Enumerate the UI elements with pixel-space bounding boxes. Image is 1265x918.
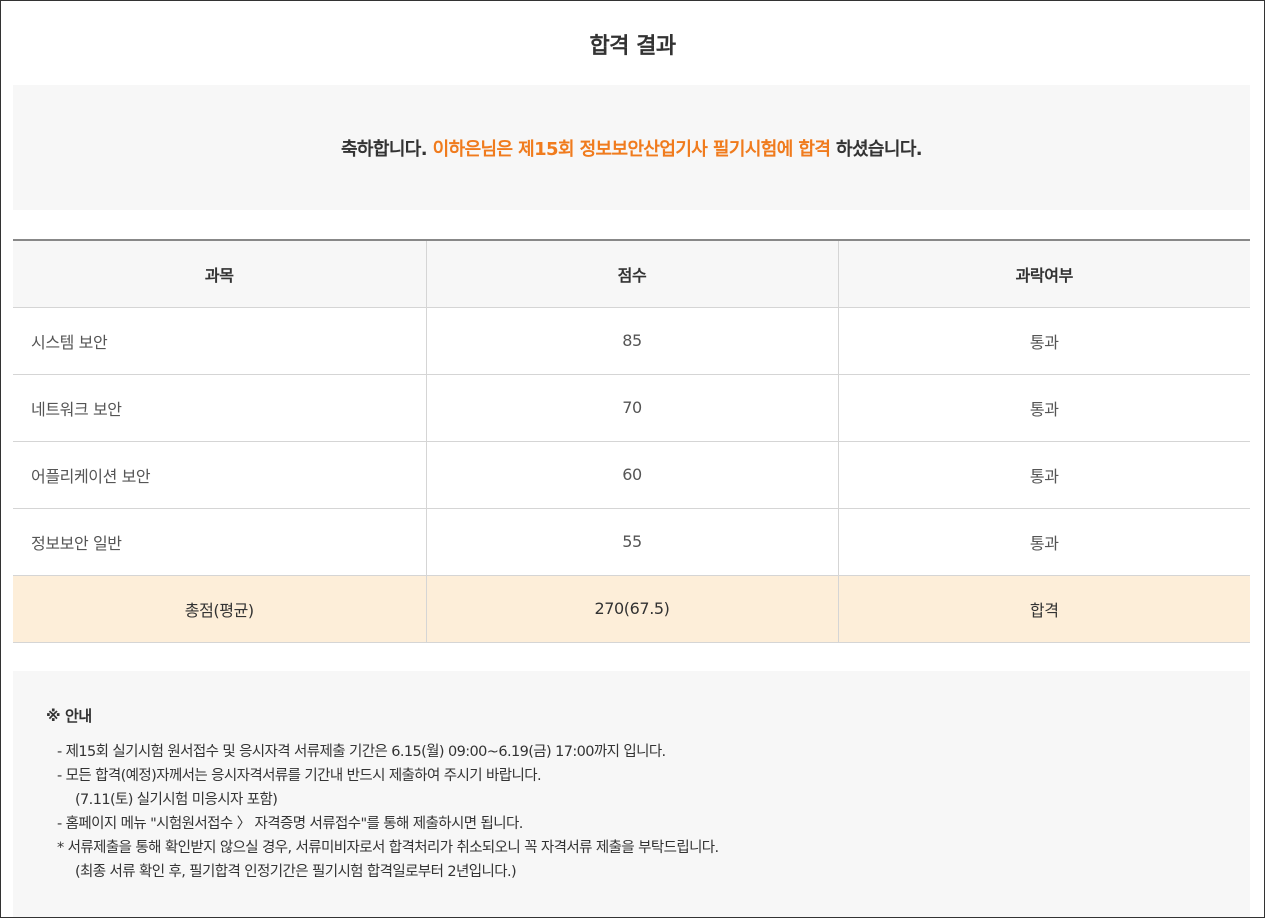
notice-title: ※ 안내 <box>46 707 92 725</box>
results-table: 과목 점수 과락여부 시스템 보안 85 통과 네트워크 보안 70 통과 어플… <box>13 239 1250 643</box>
status-cell: 통과 <box>837 374 1250 442</box>
score-cell: 70 <box>425 374 838 442</box>
table-row: 네트워크 보안 70 통과 <box>13 374 1250 442</box>
total-label: 총점(평균) <box>13 575 426 643</box>
score-cell: 55 <box>425 508 838 576</box>
subject-cell: 어플리케이션 보안 <box>13 441 426 509</box>
page-frame: 합격 결과 축하합니다. 이하은님은 제15회 정보보안산업기사 필기시험에 합… <box>0 0 1265 918</box>
congratulation-prefix: 축하합니다. <box>340 138 433 160</box>
congratulation-message: 축하합니다. 이하은님은 제15회 정보보안산업기사 필기시험에 합격 하셨습니… <box>340 135 923 161</box>
total-score: 270(67.5) <box>425 575 838 643</box>
status-cell: 통과 <box>837 441 1250 509</box>
notice-line: - 모든 합격(예정)자께서는 응시자격서류를 기간내 반드시 제출하여 주시기… <box>57 768 542 784</box>
status-cell: 통과 <box>837 508 1250 576</box>
score-cell: 85 <box>425 307 838 375</box>
total-row: 총점(평균) 270(67.5) 합격 <box>13 575 1250 643</box>
notice-line: (최종 서류 확인 후, 필기합격 인정기간은 필기시험 합격일로부터 2년입니… <box>75 864 517 880</box>
status-cell: 통과 <box>837 307 1250 375</box>
congratulation-suffix: 하셨습니다. <box>830 138 923 160</box>
notice-line: * 서류제출을 통해 확인받지 않으실 경우, 서류미비자로서 합격처리가 취소… <box>57 840 719 856</box>
notice-line: (7.11(토) 실기시험 미응시자 포함) <box>75 792 278 808</box>
congratulation-banner: 축하합니다. 이하은님은 제15회 정보보안산업기사 필기시험에 합격 하셨습니… <box>13 85 1250 210</box>
notice-line: - 제15회 실기시험 원서접수 및 응시자격 서류제출 기간은 6.15(월)… <box>57 744 666 760</box>
page-title: 합격 결과 <box>589 34 676 59</box>
header-fail-status: 과락여부 <box>837 240 1250 308</box>
subject-cell: 네트워크 보안 <box>13 374 426 442</box>
table-header-row: 과목 점수 과락여부 <box>13 240 1250 308</box>
notice-panel: ※ 안내 - 제15회 실기시험 원서접수 및 응시자격 서류제출 기간은 6.… <box>13 671 1250 917</box>
score-cell: 60 <box>425 441 838 509</box>
table-row: 정보보안 일반 55 통과 <box>13 508 1250 576</box>
subject-cell: 정보보안 일반 <box>13 508 426 576</box>
header-score: 점수 <box>425 240 838 308</box>
congratulation-highlight: 이하은님은 제15회 정보보안산업기사 필기시험에 합격 <box>432 138 831 160</box>
notice-line: - 홈페이지 메뉴 "시험원서접수 〉 자격증명 서류접수"를 통해 제출하시면… <box>57 816 523 832</box>
table-row: 시스템 보안 85 통과 <box>13 307 1250 375</box>
table-row: 어플리케이션 보안 60 통과 <box>13 441 1250 509</box>
subject-cell: 시스템 보안 <box>13 307 426 375</box>
header-subject: 과목 <box>13 240 426 308</box>
total-result: 합격 <box>837 575 1250 643</box>
